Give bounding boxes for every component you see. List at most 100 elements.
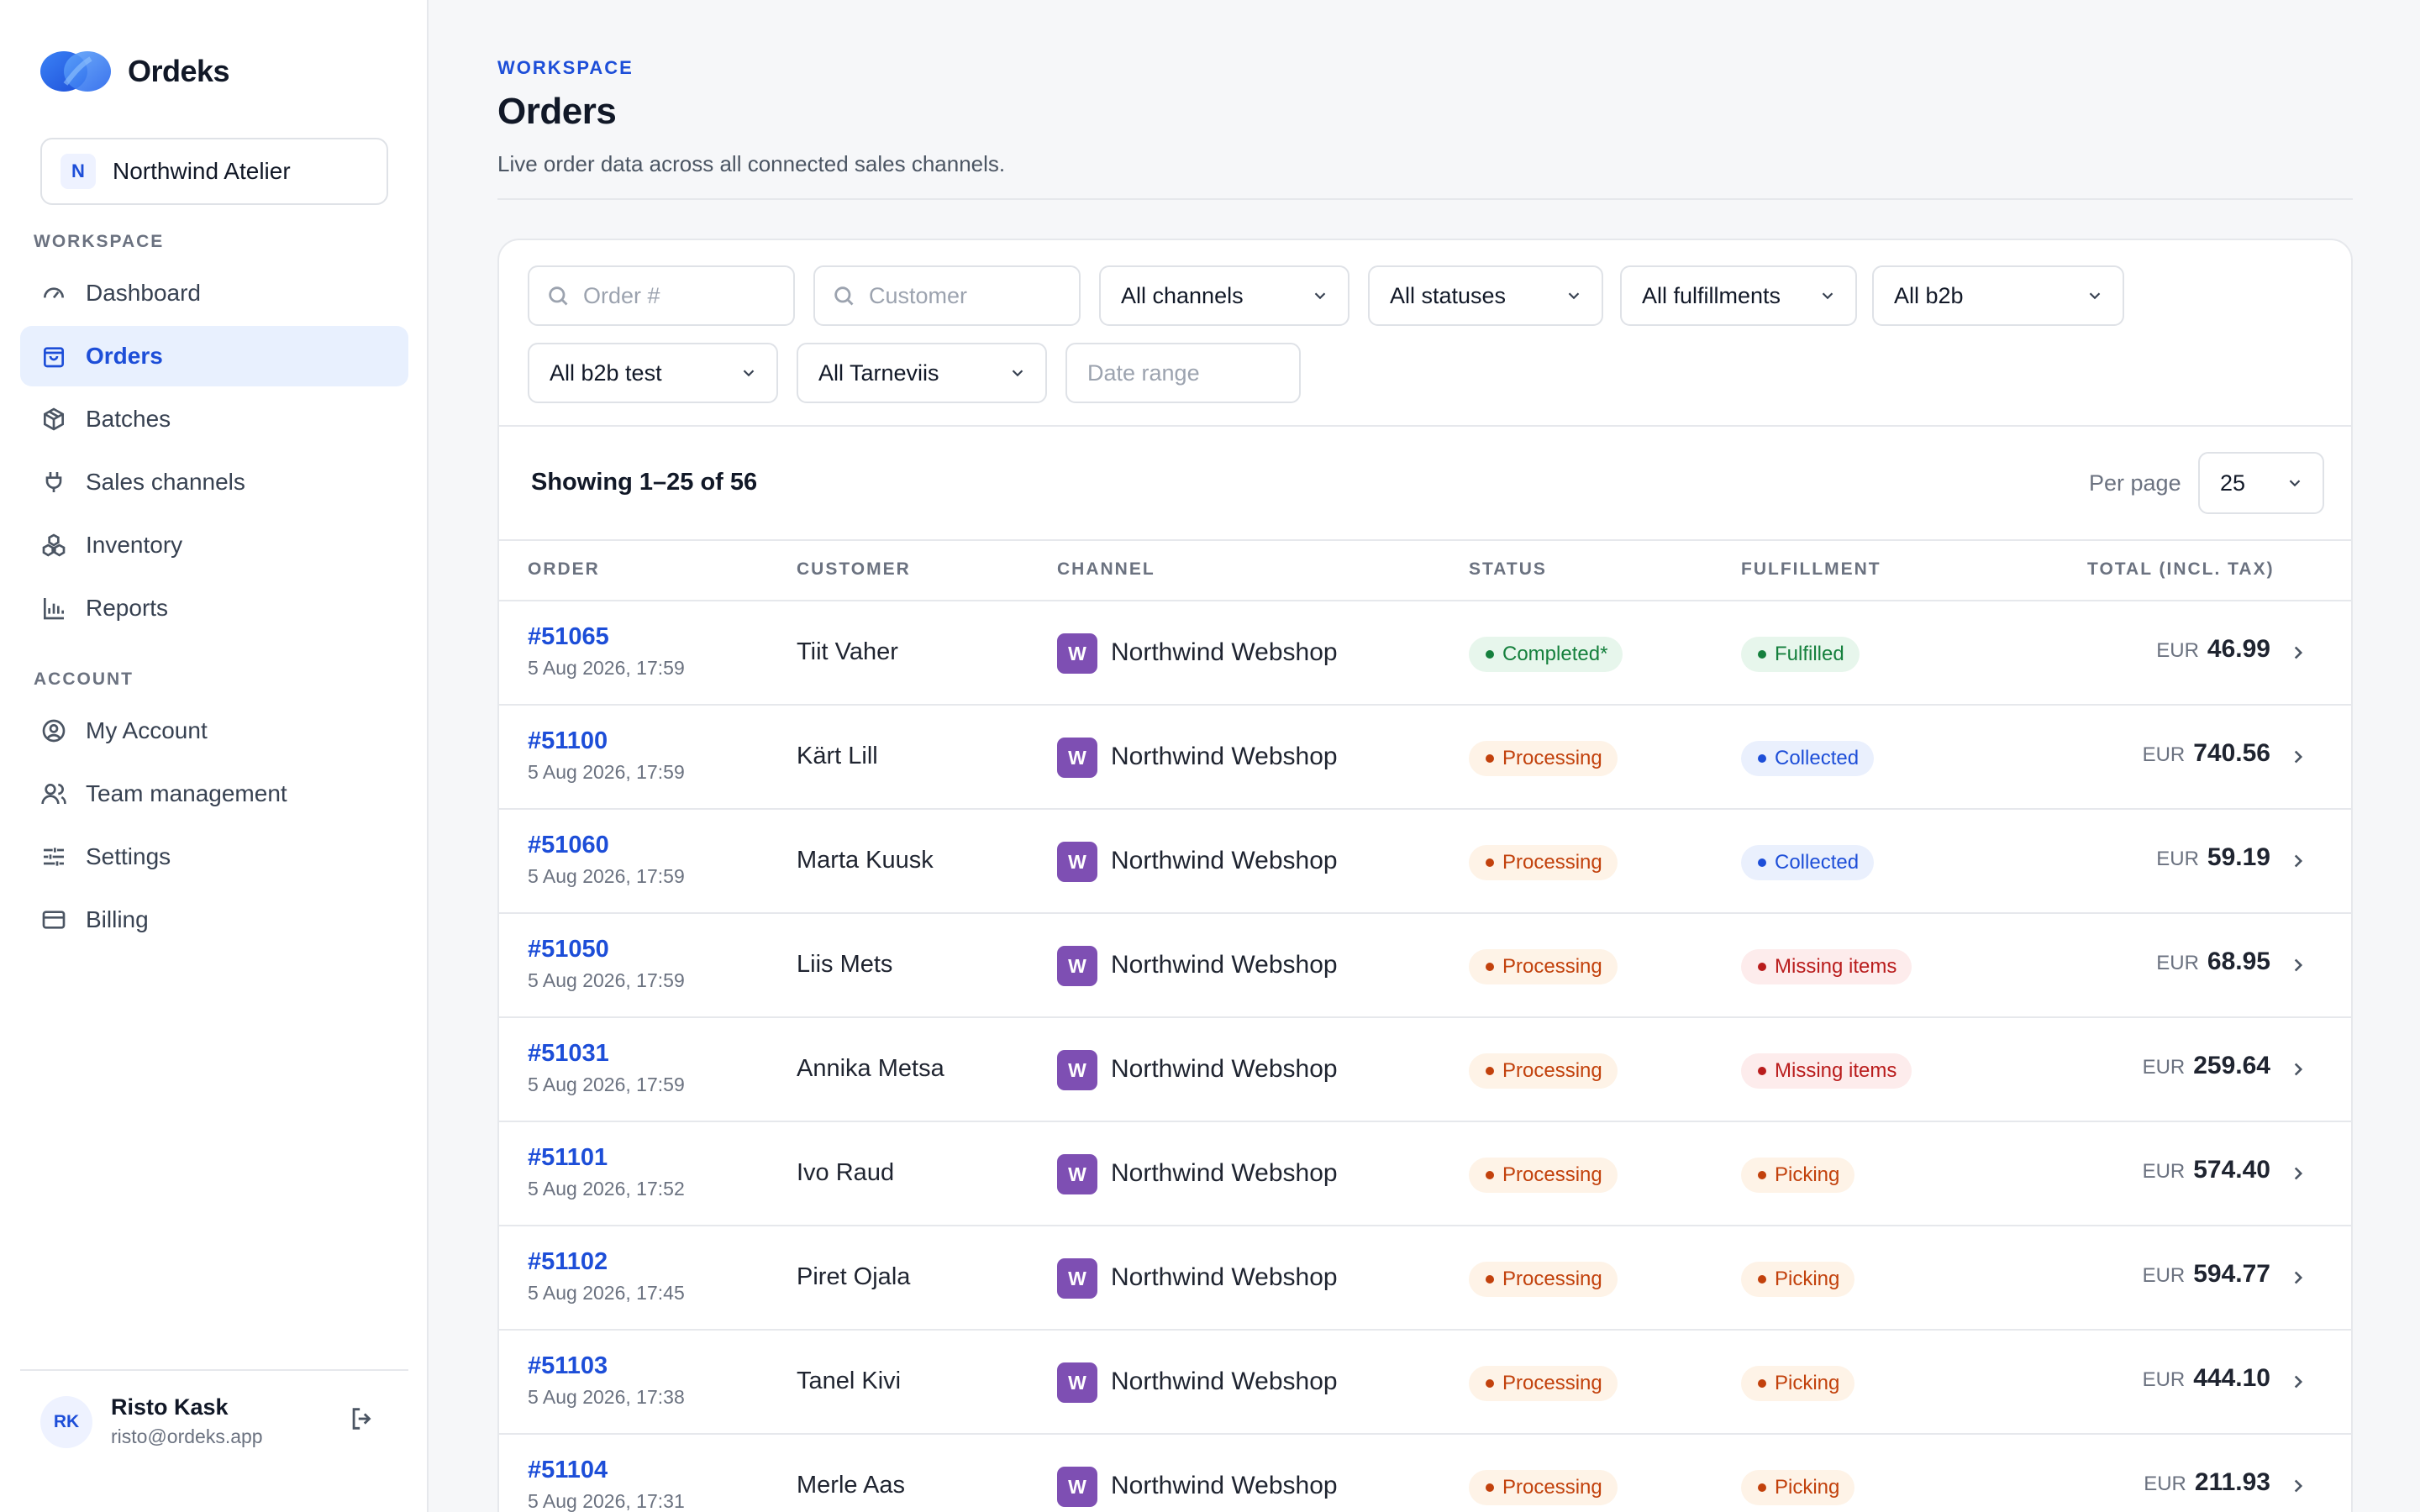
sidebar-item-settings[interactable]: Settings (20, 827, 408, 887)
order-date: 5 Aug 2026, 17:59 (528, 865, 685, 887)
customer-input[interactable]: Customer (813, 265, 1081, 326)
chevron-down-icon (1822, 292, 1833, 300)
sidebar-item-reports[interactable]: Reports (20, 578, 408, 638)
channel-select[interactable]: All channels (1099, 265, 1349, 326)
chevron-right-icon[interactable] (2287, 954, 2309, 976)
app-logo[interactable]: Ordeks (39, 47, 230, 96)
currency-code: EUR (2144, 1473, 2186, 1495)
order-total: EUR 211.93 (2144, 1468, 2270, 1497)
order-total: EUR 59.19 (2156, 843, 2270, 872)
currency-code: EUR (2142, 1056, 2186, 1079)
channel-name: Northwind Webshop (1111, 743, 1338, 770)
order-number-link[interactable]: #51060 (528, 832, 609, 859)
table-row[interactable]: #51065 5 Aug 2026, 17:59 Tiit Vaher W Northw… (499, 601, 2351, 706)
sidebar-item-billing[interactable]: Billing (20, 890, 408, 950)
chevron-right-icon[interactable] (2287, 1371, 2309, 1393)
sidebar-item-dashboard[interactable]: Dashboard (20, 263, 408, 323)
order-number-link[interactable]: #51100 (528, 727, 608, 755)
order-total: EUR 740.56 (2143, 739, 2270, 768)
order-number-input[interactable]: Order # (528, 265, 795, 326)
status-badge: Processing (1469, 1158, 1618, 1193)
table-row[interactable]: #51101 5 Aug 2026, 17:52 Ivo Raud W Northwin… (499, 1122, 2351, 1226)
sidebar-item-label: Batches (86, 406, 171, 432)
sidebar-item-label: My Account (86, 717, 208, 743)
avatar[interactable]: RK (40, 1396, 92, 1448)
b2b-select[interactable]: All b2b (1872, 265, 2124, 326)
order-number-link[interactable]: #51031 (528, 1040, 609, 1068)
user-circle-icon (42, 719, 66, 743)
sidebar-item-sales-channels[interactable]: Sales channels (20, 452, 408, 512)
customer-name: Ivo Raud (797, 1159, 895, 1186)
column-header-order[interactable]: ORDER (528, 559, 600, 580)
order-date: 5 Aug 2026, 17:59 (528, 761, 685, 783)
customer-name: Tanel Kivi (797, 1368, 902, 1394)
page-title: Orders (497, 91, 617, 132)
column-header-fulfillment[interactable]: FULFILLMENT (1741, 559, 1881, 580)
channel-badge: W (1057, 842, 1097, 882)
column-header-channel[interactable]: CHANNEL (1057, 559, 1155, 580)
order-number-link[interactable]: #51102 (528, 1248, 608, 1276)
chevron-right-icon[interactable] (2287, 1267, 2309, 1289)
channel-badge: W (1057, 738, 1097, 778)
sidebar-item-team-management[interactable]: Team management (20, 764, 408, 824)
order-total: EUR 594.77 (2143, 1260, 2270, 1289)
currency-code: EUR (2156, 639, 2199, 662)
table-row[interactable]: #51103 5 Aug 2026, 17:38 Tanel Kivi W Northw… (499, 1331, 2351, 1435)
table-row[interactable]: #51104 5 Aug 2026, 17:31 Merle Aas W Northwi… (499, 1435, 2351, 1512)
channel-select-value: All channels (1121, 282, 1244, 308)
tarneviis-select[interactable]: All Tarneviis (797, 343, 1047, 403)
order-total: EUR 444.10 (2143, 1364, 2270, 1393)
sidebar-item-my-account[interactable]: My Account (20, 701, 408, 761)
b2b-select-value: All b2b (1894, 282, 1964, 308)
chevron-right-icon[interactable] (2287, 850, 2309, 872)
fulfillment-select-value: All fulfillments (1642, 282, 1781, 308)
total-amount: 594.77 (2193, 1260, 2270, 1288)
chevron-right-icon[interactable] (2287, 1475, 2309, 1497)
chevron-right-icon[interactable] (2287, 1058, 2309, 1080)
fulfillment-badge: Picking (1741, 1470, 1855, 1505)
column-header-total[interactable]: TOTAL (INCL. TAX) (2087, 559, 2275, 580)
sidebar-item-batches[interactable]: Batches (20, 389, 408, 449)
chevron-down-icon (1568, 292, 1580, 300)
table-row[interactable]: #51102 5 Aug 2026, 17:45 Piret Ojala W North… (499, 1226, 2351, 1331)
total-amount: 46.99 (2207, 635, 2270, 663)
nav-section-workspace: WORKSPACE (34, 232, 165, 251)
logout-button[interactable] (348, 1404, 381, 1438)
per-page-select[interactable]: 25 (2198, 452, 2324, 514)
order-number-link[interactable]: #51101 (528, 1144, 608, 1172)
chevron-right-icon[interactable] (2287, 1163, 2309, 1184)
order-number-link[interactable]: #51050 (528, 936, 609, 963)
channel-name: Northwind Webshop (1111, 1368, 1338, 1395)
per-page-value: 25 (2220, 470, 2246, 496)
date-range-input[interactable]: Date range (1065, 343, 1301, 403)
order-total: EUR 574.40 (2143, 1156, 2270, 1184)
channel-badge: W (1057, 1050, 1097, 1090)
column-header-customer[interactable]: CUSTOMER (797, 559, 911, 580)
order-date: 5 Aug 2026, 17:31 (528, 1490, 685, 1512)
sidebar-item-orders[interactable]: Orders (20, 326, 408, 386)
table-row[interactable]: #51100 5 Aug 2026, 17:59 Kärt Lill W Northwi… (499, 706, 2351, 810)
status-badge: Processing (1469, 845, 1618, 880)
user-email: risto@ordeks.app (111, 1425, 263, 1447)
column-header-status[interactable]: STATUS (1469, 559, 1547, 580)
fulfillment-badge: Picking (1741, 1366, 1855, 1401)
total-amount: 259.64 (2193, 1052, 2270, 1079)
customer-name: Kärt Lill (797, 743, 878, 769)
order-number-link[interactable]: #51065 (528, 623, 609, 651)
table-row[interactable]: #51031 5 Aug 2026, 17:59 Annika Metsa W Nort… (499, 1018, 2351, 1122)
order-date: 5 Aug 2026, 17:45 (528, 1282, 685, 1304)
chevron-right-icon[interactable] (2287, 746, 2309, 768)
per-page-label: Per page (2089, 470, 2181, 496)
workspace-switcher[interactable]: N Northwind Atelier (40, 138, 388, 205)
fulfillment-select[interactable]: All fulfillments (1620, 265, 1857, 326)
table-row[interactable]: #51050 5 Aug 2026, 17:59 Liis Mets W Northwi… (499, 914, 2351, 1018)
sidebar-item-inventory[interactable]: Inventory (20, 515, 408, 575)
order-number-link[interactable]: #51103 (528, 1352, 608, 1380)
b2b-test-select[interactable]: All b2b test (528, 343, 778, 403)
table-row[interactable]: #51060 5 Aug 2026, 17:59 Marta Kuusk W North… (499, 810, 2351, 914)
header-divider (497, 198, 2353, 200)
status-select[interactable]: All statuses (1368, 265, 1603, 326)
customer-name: Marta Kuusk (797, 847, 934, 874)
order-number-link[interactable]: #51104 (528, 1457, 608, 1484)
chevron-right-icon[interactable] (2287, 642, 2309, 664)
